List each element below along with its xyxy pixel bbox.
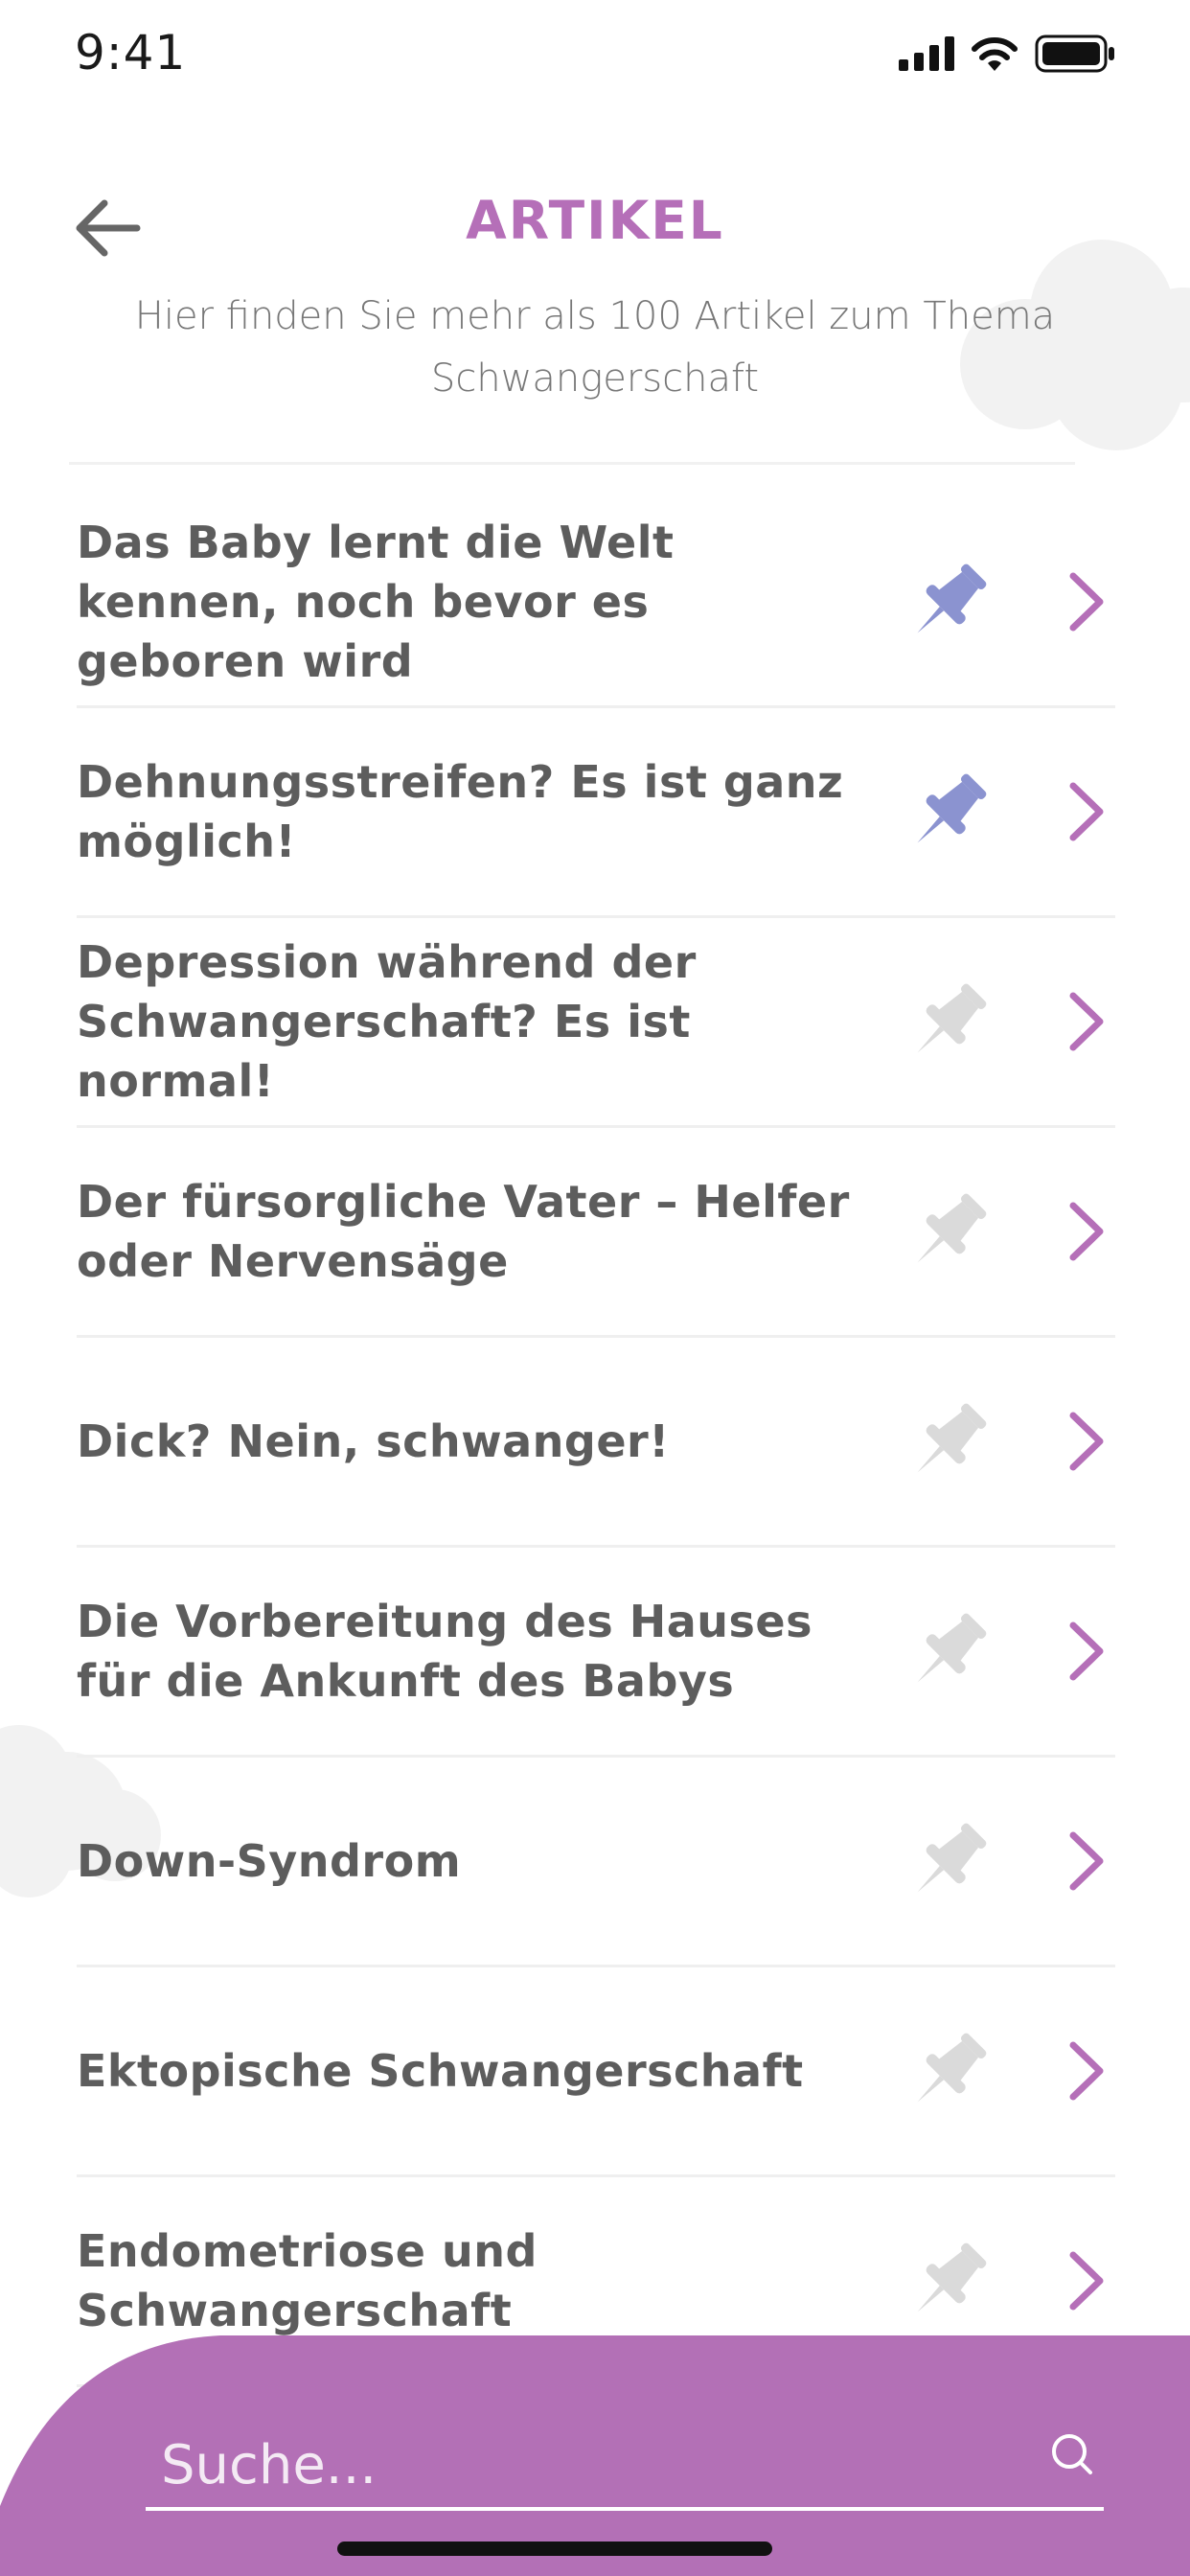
article-title: Ektopische Schwangerschaft (77, 2045, 804, 2097)
pin-button[interactable] (896, 1808, 1001, 1914)
chevron-right-icon (1069, 782, 1104, 841)
pin-button[interactable] (896, 2018, 1001, 2124)
open-article-button[interactable] (1058, 2033, 1115, 2109)
open-article-button[interactable] (1058, 1823, 1115, 1899)
article-list: Das Baby lernt die Welt kennen, noch bev… (77, 498, 1115, 2387)
pin-button[interactable] (896, 549, 1001, 655)
pushpin-icon (917, 1193, 987, 1263)
article-title: Endometriose und Schwangerschaft (77, 2225, 538, 2336)
status-time: 9:41 (75, 25, 187, 80)
status-bar: 9:41 (0, 0, 1190, 105)
status-icons (899, 33, 1115, 75)
open-article-button[interactable] (1058, 2242, 1115, 2319)
article-row-4[interactable]: Der fürsorgliche Vater – Helfer oder Ner… (77, 1128, 1115, 1338)
chevron-right-icon (1069, 2041, 1104, 2101)
home-indicator (337, 2542, 772, 2556)
article-title: Dick? Nein, schwanger! (77, 1415, 670, 1467)
wifi-icon (972, 37, 1018, 71)
pin-button[interactable] (896, 2228, 1001, 2334)
article-row-2[interactable]: Dehnungsstreifen? Es ist ganz möglich! (77, 708, 1115, 918)
chevron-right-icon (1069, 992, 1104, 1051)
article-title: Der fürsorgliche Vater – Helfer oder Ner… (77, 1176, 850, 1287)
pushpin-icon (917, 2242, 987, 2312)
article-row-7[interactable]: Down-Syndrom (77, 1758, 1115, 1967)
open-article-button[interactable] (1058, 1403, 1115, 1480)
chevron-right-icon (1069, 1831, 1104, 1891)
pin-button[interactable] (896, 759, 1001, 864)
page-title: ARTIKEL (466, 190, 724, 251)
chevron-right-icon (1069, 1622, 1104, 1681)
open-article-button[interactable] (1058, 1613, 1115, 1690)
open-article-button[interactable] (1058, 983, 1115, 1060)
article-row-6[interactable]: Die Vorbereitung des Hauses für die Anku… (77, 1548, 1115, 1758)
pushpin-icon (917, 983, 987, 1053)
pushpin-icon (917, 1823, 987, 1893)
pin-button[interactable] (896, 1179, 1001, 1284)
article-row-3[interactable]: Depression während der Schwangerschaft? … (77, 918, 1115, 1128)
article-row-1[interactable]: Das Baby lernt die Welt kennen, noch bev… (77, 498, 1115, 708)
open-article-button[interactable] (1058, 564, 1115, 640)
pin-button[interactable] (896, 1389, 1001, 1494)
search-button[interactable] (1042, 2425, 1102, 2484)
search-underline (146, 2507, 1104, 2511)
chevron-right-icon (1069, 1412, 1104, 1471)
pushpin-icon (917, 2033, 987, 2103)
pushpin-icon (917, 1613, 987, 1683)
chevron-right-icon (1069, 572, 1104, 632)
article-row-8[interactable]: Ektopische Schwangerschaft (77, 1967, 1115, 2177)
open-article-button[interactable] (1058, 773, 1115, 850)
signal-icon (899, 36, 954, 71)
header: ARTIKEL Hier finden Sie mehr als 100 Art… (0, 163, 1190, 465)
article-title: Das Baby lernt die Welt kennen, noch bev… (77, 517, 675, 687)
article-title: Depression während der Schwangerschaft? … (77, 936, 697, 1107)
pushpin-icon (917, 773, 987, 843)
article-row-5[interactable]: Dick? Nein, schwanger! (77, 1338, 1115, 1548)
article-title: Dehnungsstreifen? Es ist ganz möglich! (77, 756, 844, 867)
article-title: Down-Syndrom (77, 1835, 462, 1887)
pin-button[interactable] (896, 969, 1001, 1074)
battery-icon (1035, 34, 1114, 73)
open-article-button[interactable] (1058, 1193, 1115, 1270)
chevron-right-icon (1069, 2251, 1104, 2311)
search-icon (1052, 2434, 1092, 2474)
pushpin-icon (917, 1403, 987, 1473)
pin-button[interactable] (896, 1598, 1001, 1704)
pushpin-icon (917, 564, 987, 633)
chevron-right-icon (1069, 1202, 1104, 1261)
article-title: Die Vorbereitung des Hauses für die Anku… (77, 1596, 813, 1707)
search-input[interactable] (146, 2426, 1039, 2503)
header-divider (69, 462, 1075, 465)
page-subtitle: Hier finden Sie mehr als 100 Artikel zum… (134, 294, 1056, 401)
